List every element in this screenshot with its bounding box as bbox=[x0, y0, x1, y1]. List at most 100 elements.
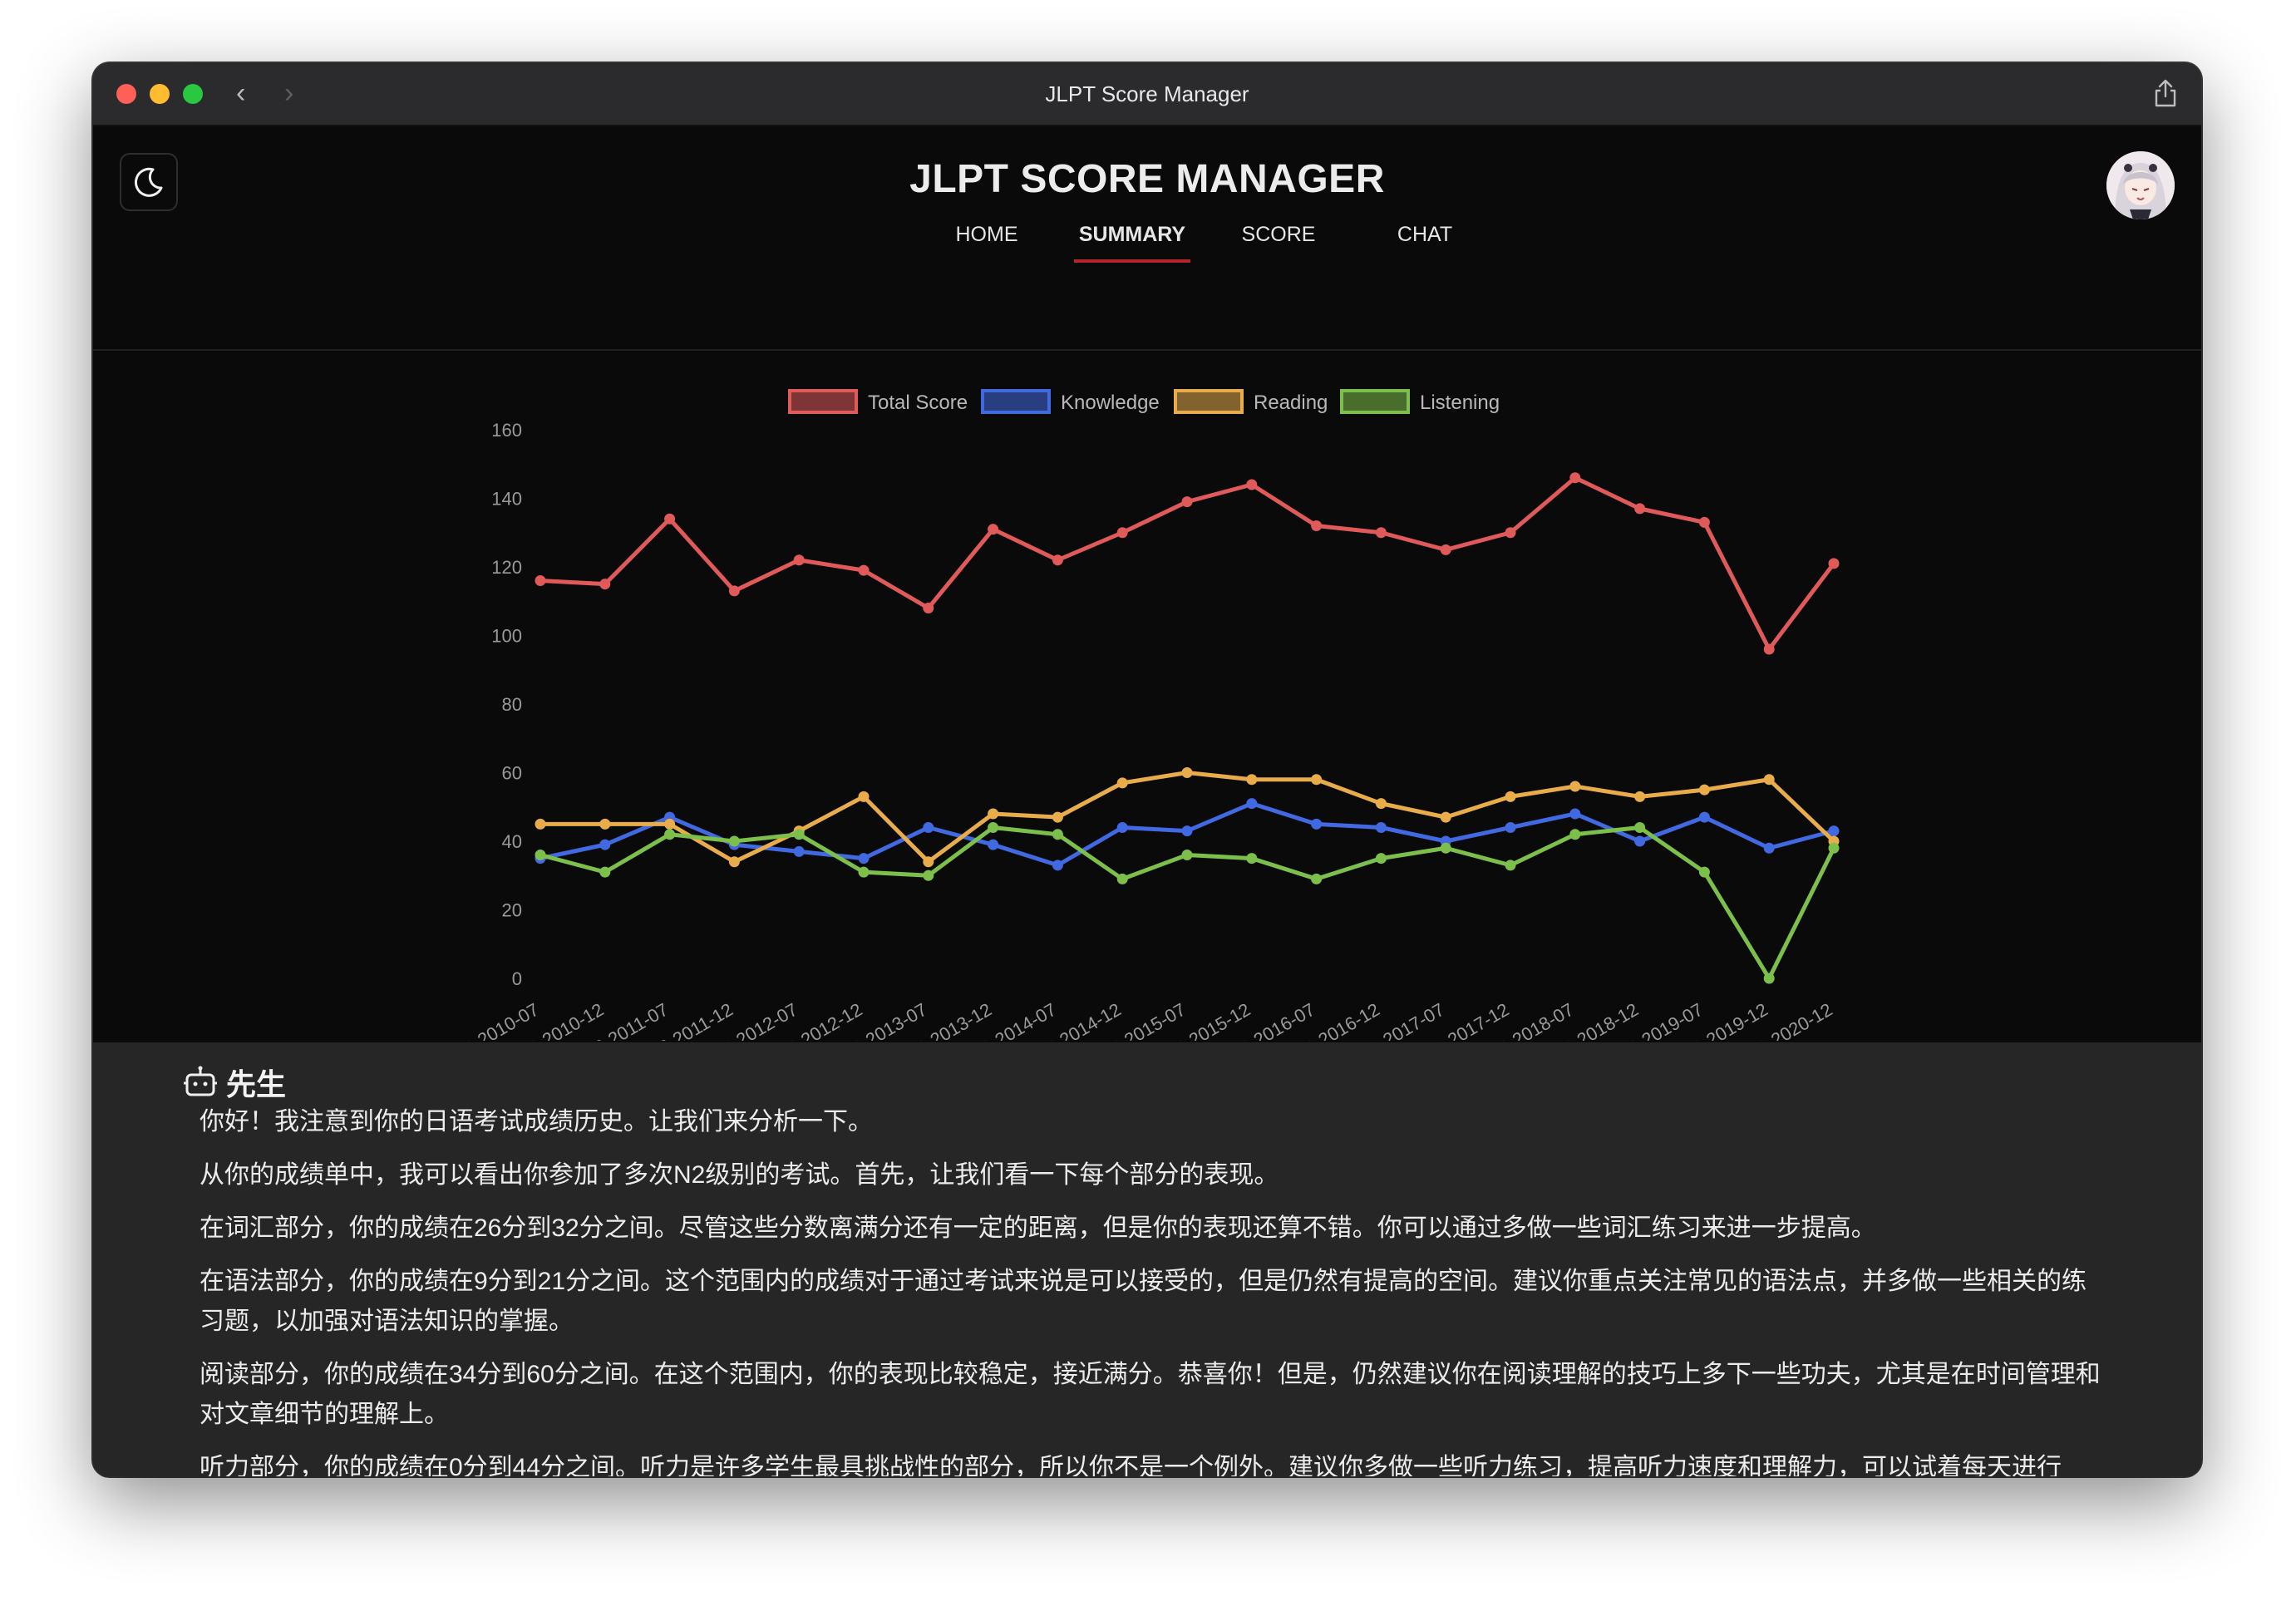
data-point bbox=[1116, 822, 1128, 833]
data-point bbox=[793, 845, 805, 857]
y-tick-label: 80 bbox=[502, 694, 522, 715]
window-title: JLPT Score Manager bbox=[1045, 81, 1249, 106]
y-tick-label: 60 bbox=[502, 763, 522, 784]
data-point bbox=[664, 513, 676, 525]
data-point bbox=[923, 856, 934, 868]
app-window: ‹ › JLPT Score Manager JLPT SCORE MANAGE… bbox=[93, 63, 2201, 1476]
tab-chat[interactable]: CHAT bbox=[1367, 218, 1483, 251]
data-point bbox=[535, 818, 546, 830]
data-point bbox=[599, 866, 611, 878]
chat-message: 阅读部分，你的成绩在34分到60分之间。在这个范围内，你的表现比较稳定，接近满分… bbox=[200, 1361, 2101, 1428]
page-title: JLPT SCORE MANAGER bbox=[909, 157, 1385, 201]
active-tab-indicator bbox=[1074, 259, 1190, 263]
avatar[interactable] bbox=[2106, 151, 2175, 219]
data-point bbox=[728, 856, 740, 868]
tab-summary-label: SUMMARY bbox=[1078, 223, 1186, 246]
data-point bbox=[1440, 544, 1451, 555]
data-point bbox=[1375, 527, 1387, 539]
data-point bbox=[1505, 822, 1516, 833]
bot-name: 先生 bbox=[226, 1067, 287, 1101]
y-tick-label: 140 bbox=[491, 489, 522, 510]
data-point bbox=[1052, 811, 1063, 823]
data-point bbox=[1634, 503, 1646, 515]
data-point bbox=[988, 822, 999, 833]
y-tick-label: 0 bbox=[512, 968, 522, 989]
x-tick-label: N2-2010-07 bbox=[448, 999, 542, 1041]
data-point bbox=[1763, 842, 1775, 854]
data-point bbox=[664, 818, 676, 830]
legend-label: Total Score bbox=[868, 392, 968, 414]
chat-message: 听力部分，你的成绩在0分到44分之间。听力是许多学生最具挑战性的部分，所以你不是… bbox=[200, 1454, 2062, 1476]
data-point bbox=[858, 866, 870, 878]
nav-tabs: HOME SUMMARY SCORE CHAT bbox=[93, 218, 2201, 263]
data-point bbox=[1375, 853, 1387, 865]
data-point bbox=[1181, 767, 1193, 778]
data-point bbox=[988, 808, 999, 820]
score-chart-panel: 0 20 40 60 80 100 120 140 160 N2-2010-07 N2-2010-1… bbox=[93, 351, 2201, 1041]
data-point bbox=[1311, 774, 1323, 786]
data-point bbox=[535, 575, 546, 586]
data-point bbox=[1311, 873, 1323, 884]
data-point bbox=[1698, 811, 1710, 823]
legend-swatch bbox=[981, 389, 1051, 414]
data-point bbox=[1763, 774, 1775, 786]
chat-message: 在词汇部分，你的成绩在26分到32分之间。尽管这些分数离满分还有一定的距离，但是… bbox=[200, 1214, 1876, 1242]
robot-icon bbox=[184, 1066, 217, 1096]
data-point bbox=[1246, 853, 1258, 865]
data-point bbox=[988, 524, 999, 535]
data-point bbox=[1698, 516, 1710, 528]
data-point bbox=[1828, 558, 1840, 569]
data-point bbox=[1763, 643, 1775, 655]
data-point bbox=[1052, 860, 1063, 871]
chat-message: 你好！我注意到你的日语考试成绩历史。让我们来分析一下。 bbox=[200, 1108, 873, 1135]
chat-panel: 先生 你好！我注意到你的日语考试成绩历史。让我们来分析一下。 从你的成绩单中，我… bbox=[93, 1042, 2201, 1476]
data-point bbox=[1569, 781, 1581, 792]
data-point bbox=[1440, 842, 1451, 854]
data-point bbox=[728, 835, 740, 847]
y-tick-label: 100 bbox=[491, 626, 522, 647]
data-point bbox=[923, 603, 934, 613]
data-point bbox=[1181, 850, 1193, 860]
legend-swatch bbox=[788, 389, 858, 414]
bot-header: 先生 bbox=[183, 1061, 286, 1104]
y-tick-label: 120 bbox=[491, 557, 522, 578]
title-bar: ‹ › JLPT Score Manager bbox=[93, 63, 2201, 126]
tab-summary[interactable]: SUMMARY bbox=[1074, 218, 1190, 263]
tab-home[interactable]: HOME bbox=[929, 218, 1045, 251]
data-point bbox=[1375, 822, 1387, 833]
legend-label: Reading bbox=[1254, 392, 1328, 414]
data-point bbox=[1440, 811, 1451, 823]
data-point bbox=[1375, 798, 1387, 810]
data-point bbox=[1634, 835, 1646, 847]
data-point bbox=[1052, 554, 1063, 566]
legend-label: Listening bbox=[1420, 392, 1500, 414]
data-point bbox=[1828, 842, 1840, 854]
data-point bbox=[1116, 873, 1128, 884]
data-point bbox=[728, 585, 740, 597]
data-point bbox=[923, 822, 934, 833]
data-point bbox=[1116, 777, 1128, 789]
data-point bbox=[1569, 829, 1581, 840]
chat-message: 从你的成绩单中，我可以看出你参加了多次N2级别的考试。首先，让我们看一下每个部分… bbox=[200, 1161, 1279, 1189]
share-icon[interactable] bbox=[2151, 78, 2180, 108]
tab-score[interactable]: SCORE bbox=[1220, 218, 1337, 251]
data-point bbox=[1181, 825, 1193, 837]
chat-message: 在语法部分，你的成绩在9分到21分之间。这个范围内的成绩对于通过考试来说是可以接… bbox=[200, 1268, 2087, 1335]
data-point bbox=[599, 818, 611, 830]
data-point bbox=[599, 839, 611, 850]
data-point bbox=[1505, 791, 1516, 802]
data-point bbox=[1116, 527, 1128, 539]
data-point bbox=[1311, 818, 1323, 830]
data-point bbox=[1569, 808, 1581, 820]
data-point bbox=[1311, 520, 1323, 531]
data-point bbox=[1634, 822, 1646, 833]
data-point bbox=[1698, 784, 1710, 796]
data-point bbox=[1828, 825, 1840, 837]
legend-swatch bbox=[1174, 389, 1244, 414]
y-tick-label: 40 bbox=[502, 831, 522, 852]
avatar-image bbox=[2106, 151, 2175, 219]
data-point bbox=[1763, 973, 1775, 984]
score-line-chart: 020406080100120140160N2-2010-07N2-2010-1… bbox=[448, 389, 1840, 1041]
data-point bbox=[1698, 866, 1710, 878]
data-point bbox=[1505, 860, 1516, 871]
